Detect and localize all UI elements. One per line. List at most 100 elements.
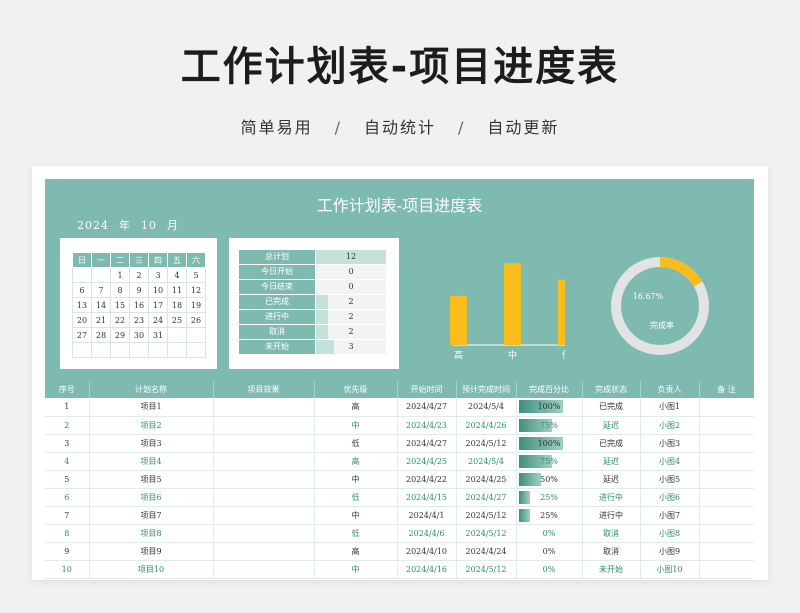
calendar-day[interactable]: 23 xyxy=(129,312,149,328)
cell-completion[interactable]: 100% xyxy=(516,398,583,417)
cell-completion[interactable]: 0% xyxy=(516,524,583,543)
year-value[interactable]: 2024 xyxy=(77,219,109,232)
cell-note[interactable] xyxy=(699,434,754,453)
table-row[interactable]: 4 项目4 高 2024/4/25 2024/5/4 75% 延迟 小图4 xyxy=(45,452,754,471)
cell-no[interactable]: 6 xyxy=(45,488,90,507)
cell-end[interactable]: 2024/4/27 xyxy=(456,488,517,507)
cell-end[interactable]: 2024/5/12 xyxy=(456,524,517,543)
cell-end[interactable]: 2024/4/24 xyxy=(456,542,517,561)
cell-priority[interactable]: 低 xyxy=(314,488,398,507)
calendar-day[interactable]: 6 xyxy=(72,282,92,298)
calendar-day[interactable]: 22 xyxy=(110,312,130,328)
cell-status[interactable]: 进行中 xyxy=(582,488,641,507)
cell-end[interactable]: 2024/4/26 xyxy=(456,416,517,435)
column-header[interactable]: 序号 xyxy=(45,381,90,398)
cell-completion[interactable]: 50% xyxy=(516,470,583,489)
cell-start[interactable]: 2024/4/10 xyxy=(397,542,457,561)
cell-start[interactable]: 2024/4/27 xyxy=(397,398,457,417)
column-header[interactable]: 预计完成时间 xyxy=(456,381,517,398)
cell-note[interactable] xyxy=(699,398,754,417)
cell-no[interactable]: 1 xyxy=(45,398,90,417)
cell-no[interactable]: 10 xyxy=(45,560,90,579)
cell-priority[interactable]: 高 xyxy=(314,452,398,471)
cell-priority[interactable]: 高 xyxy=(314,398,398,417)
cell-status[interactable]: 取消 xyxy=(582,542,641,561)
cell-no[interactable]: 2 xyxy=(45,416,90,435)
cell-effect[interactable] xyxy=(213,542,315,561)
table-row[interactable]: 6 项目6 低 2024/4/15 2024/4/27 25% 进行中 小图6 xyxy=(45,488,754,507)
cell-note[interactable] xyxy=(699,560,754,579)
cell-effect[interactable] xyxy=(213,416,315,435)
cell-note[interactable] xyxy=(699,452,754,471)
cell-effect[interactable] xyxy=(213,470,315,489)
calendar-day[interactable]: 19 xyxy=(186,297,206,313)
cell-note[interactable] xyxy=(699,488,754,507)
cell-start[interactable]: 2024/4/15 xyxy=(397,488,457,507)
cell-note[interactable] xyxy=(699,542,754,561)
calendar-day[interactable]: 3 xyxy=(148,267,168,283)
column-header[interactable]: 优先级 xyxy=(314,381,398,398)
calendar-day[interactable]: 18 xyxy=(167,297,187,313)
cell-status[interactable]: 延迟 xyxy=(582,416,641,435)
column-header[interactable]: 完成状态 xyxy=(582,381,641,398)
calendar-day[interactable]: 30 xyxy=(129,327,149,343)
cell-start[interactable]: 2024/4/27 xyxy=(397,434,457,453)
calendar-day[interactable]: 21 xyxy=(91,312,111,328)
cell-priority[interactable]: 低 xyxy=(314,434,398,453)
calendar-day[interactable]: 1 xyxy=(110,267,130,283)
cell-owner[interactable]: 小图9 xyxy=(640,542,700,561)
calendar-day[interactable]: 14 xyxy=(91,297,111,313)
calendar-day[interactable]: 13 xyxy=(72,297,92,313)
cell-name[interactable]: 项目8 xyxy=(89,524,214,543)
cell-completion[interactable]: 75% xyxy=(516,452,583,471)
column-header[interactable]: 开始时间 xyxy=(397,381,457,398)
calendar-day[interactable]: 12 xyxy=(186,282,206,298)
cell-status[interactable]: 延迟 xyxy=(582,470,641,489)
cell-effect[interactable] xyxy=(213,506,315,525)
cell-start[interactable]: 2024/4/23 xyxy=(397,416,457,435)
table-row[interactable]: 2 项目2 中 2024/4/23 2024/4/26 75% 延迟 小图2 xyxy=(45,416,754,435)
cell-priority[interactable]: 中 xyxy=(314,506,398,525)
cell-owner[interactable]: 小图10 xyxy=(640,560,700,579)
calendar-day[interactable]: 20 xyxy=(72,312,92,328)
table-row[interactable]: 7 项目7 中 2024/4/1 2024/5/12 25% 进行中 小图7 xyxy=(45,506,754,525)
calendar-day[interactable]: 5 xyxy=(186,267,206,283)
cell-priority[interactable]: 高 xyxy=(314,542,398,561)
calendar-day[interactable]: 8 xyxy=(110,282,130,298)
cell-end[interactable]: 2024/4/25 xyxy=(456,470,517,489)
cell-no[interactable]: 5 xyxy=(45,470,90,489)
cell-effect[interactable] xyxy=(213,524,315,543)
cell-end[interactable]: 2024/5/12 xyxy=(456,434,517,453)
cell-no[interactable]: 8 xyxy=(45,524,90,543)
cell-name[interactable]: 项目3 xyxy=(89,434,214,453)
cell-owner[interactable]: 小图8 xyxy=(640,524,700,543)
cell-effect[interactable] xyxy=(213,434,315,453)
cell-no[interactable]: 7 xyxy=(45,506,90,525)
cell-priority[interactable]: 中 xyxy=(314,470,398,489)
cell-completion[interactable]: 0% xyxy=(516,542,583,561)
cell-start[interactable]: 2024/4/25 xyxy=(397,452,457,471)
cell-completion[interactable]: 0% xyxy=(516,560,583,579)
cell-completion[interactable]: 25% xyxy=(516,506,583,525)
cell-priority[interactable]: 低 xyxy=(314,524,398,543)
cell-priority[interactable]: 中 xyxy=(314,560,398,579)
cell-completion[interactable]: 75% xyxy=(516,416,583,435)
cell-owner[interactable]: 小图5 xyxy=(640,470,700,489)
calendar-day[interactable]: 24 xyxy=(148,312,168,328)
cell-name[interactable]: 项目7 xyxy=(89,506,214,525)
cell-effect[interactable] xyxy=(213,560,315,579)
cell-effect[interactable] xyxy=(213,452,315,471)
calendar-day[interactable]: 2 xyxy=(129,267,149,283)
cell-priority[interactable]: 中 xyxy=(314,416,398,435)
calendar-day[interactable]: 25 xyxy=(167,312,187,328)
cell-note[interactable] xyxy=(699,524,754,543)
cell-note[interactable] xyxy=(699,506,754,525)
cell-no[interactable]: 4 xyxy=(45,452,90,471)
cell-status[interactable]: 未开始 xyxy=(582,560,641,579)
cell-name[interactable]: 项目5 xyxy=(89,470,214,489)
calendar-day[interactable]: 17 xyxy=(148,297,168,313)
cell-status[interactable]: 已完成 xyxy=(582,398,641,417)
cell-completion[interactable]: 100% xyxy=(516,434,583,453)
cell-name[interactable]: 项目9 xyxy=(89,542,214,561)
calendar-day[interactable]: 11 xyxy=(167,282,187,298)
